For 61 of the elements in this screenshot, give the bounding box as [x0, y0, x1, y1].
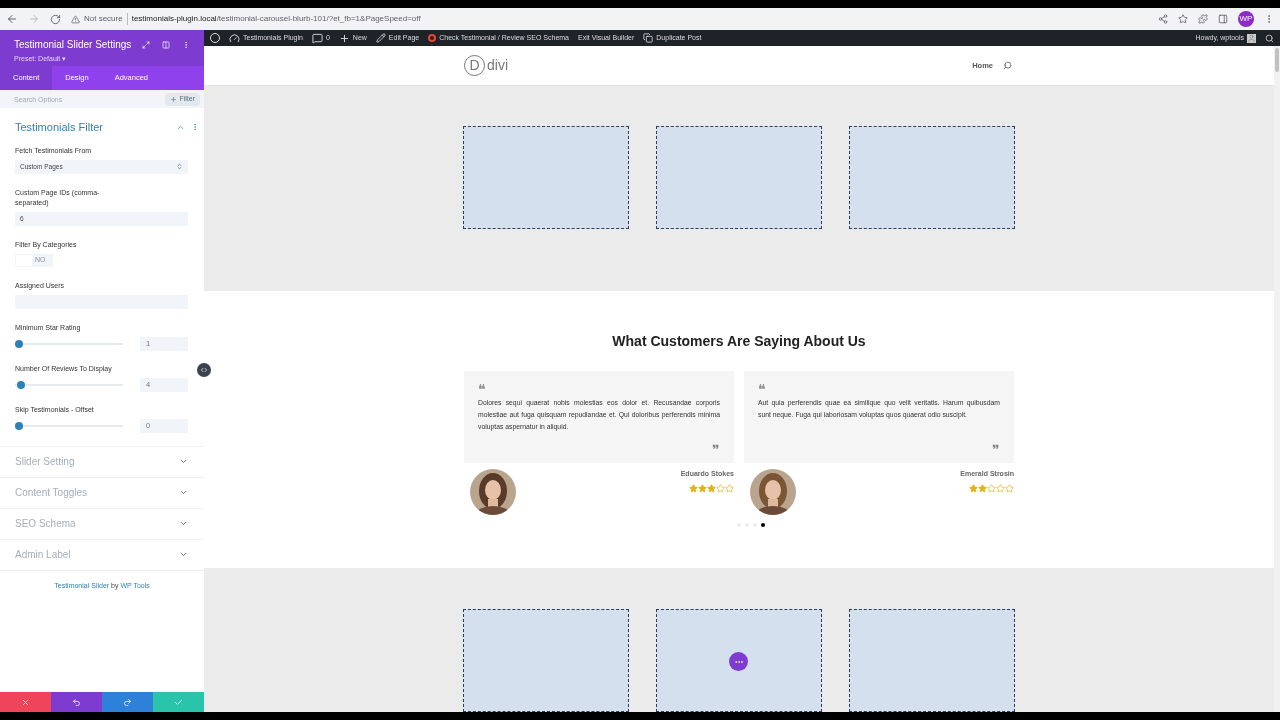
star-icon	[689, 484, 698, 494]
extensions-icon[interactable]	[1198, 14, 1208, 24]
slider-thumb[interactable]	[17, 380, 25, 389]
star-icon	[725, 484, 734, 494]
slider[interactable]	[15, 421, 123, 430]
expand-icon[interactable]	[142, 40, 150, 49]
address-bar[interactable]: Not secure testimonials-plugin.local/testimonial-carousel-blurb-101/?et_fb=1&PageSpeed=off	[71, 13, 1148, 25]
warning-icon	[71, 14, 80, 24]
arrows-icon	[200, 366, 208, 374]
copy-icon	[643, 33, 654, 43]
star-icon	[978, 484, 987, 494]
star-icon	[1005, 484, 1014, 494]
open-quote: ❝	[758, 382, 767, 395]
slider[interactable]	[15, 339, 123, 348]
star-icon	[698, 484, 707, 494]
more-icon[interactable]	[191, 123, 199, 132]
undo-icon	[72, 697, 81, 707]
star-icon	[987, 484, 996, 494]
logo-text[interactable]: divi	[487, 54, 508, 76]
group-title[interactable]: Testimonials Filter	[15, 119, 176, 136]
slider[interactable]	[15, 380, 123, 389]
section-heading: What Customers Are Saying About Us	[612, 331, 866, 351]
scrollbar[interactable]	[1274, 46, 1280, 712]
resize-handle[interactable]	[197, 363, 211, 377]
star-icon	[969, 484, 978, 494]
search-icon[interactable]	[1265, 33, 1274, 43]
star-icon	[707, 484, 716, 494]
reload-icon[interactable]	[50, 13, 61, 25]
panel-title: Testimonial Slider Settings	[14, 38, 133, 52]
bookmark-icon[interactable]	[1178, 14, 1188, 24]
close-icon	[21, 697, 30, 707]
user-avatar-icon[interactable]	[1247, 33, 1256, 43]
profile-avatar[interactable]: WP	[1238, 11, 1254, 27]
star-icon	[716, 484, 725, 494]
slider-thumb[interactable]	[15, 339, 23, 348]
comment-icon	[311, 32, 323, 44]
check-icon	[174, 697, 183, 707]
up-down-arrows-icon	[176, 163, 183, 170]
google-icon	[428, 34, 437, 42]
chevron-down-icon[interactable]	[179, 457, 188, 466]
security-label: Not secure	[84, 13, 123, 25]
redo-icon	[123, 697, 132, 707]
share-icon[interactable]	[1158, 14, 1168, 24]
url-text: testimonials-plugin.local/testimonial-carousel-blurb-101/?et_fb=1&PageSpeed=off	[126, 13, 421, 25]
slider-thumb[interactable]	[15, 421, 23, 430]
pencil-icon	[375, 33, 386, 43]
side-panel-icon[interactable]	[1218, 14, 1228, 24]
split-view-icon[interactable]	[162, 40, 170, 49]
back-icon[interactable]	[6, 13, 18, 25]
more-icon[interactable]	[182, 40, 190, 49]
chevron-down-icon[interactable]	[179, 550, 188, 559]
chevron-down-icon[interactable]	[179, 488, 188, 497]
chevron-down-icon[interactable]	[179, 519, 188, 528]
dashboard-icon	[229, 32, 240, 44]
plus-icon	[170, 95, 178, 103]
search-icon[interactable]	[1003, 60, 1012, 70]
close-quote: ❞	[712, 443, 720, 456]
close-quote: ❞	[992, 443, 1000, 456]
open-quote: ❝	[478, 382, 487, 395]
star-icon	[996, 484, 1005, 494]
plus-icon	[338, 32, 350, 44]
